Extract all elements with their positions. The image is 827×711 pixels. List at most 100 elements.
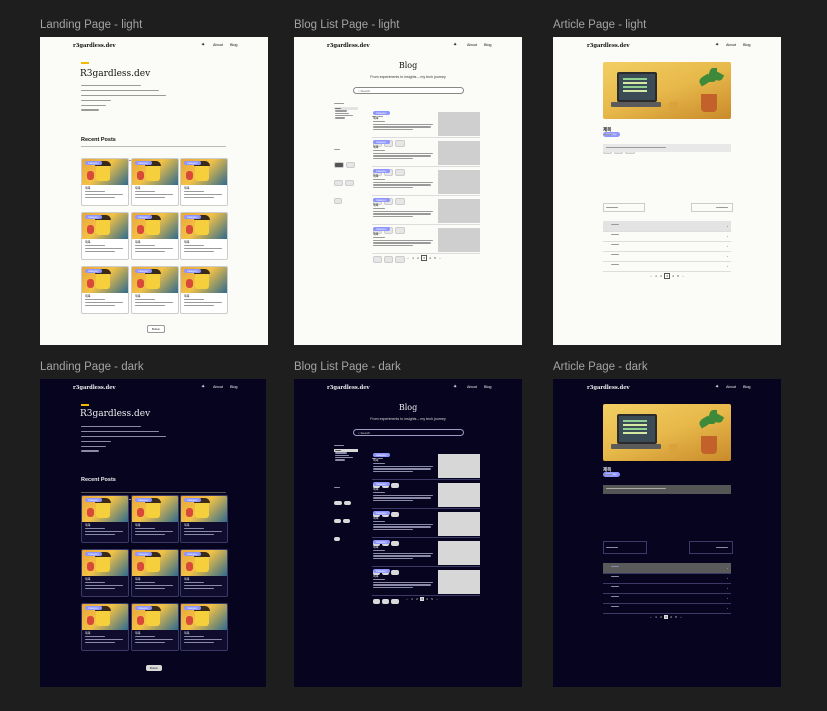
next-page-icon[interactable]: › <box>681 274 685 278</box>
page-number[interactable]: 4 <box>671 274 675 278</box>
post-list-item[interactable]: Category 제목 <box>372 140 480 176</box>
page-number[interactable]: 5 <box>676 274 680 278</box>
post-card[interactable]: Category 제목 <box>180 158 228 206</box>
category-item[interactable] <box>334 459 358 461</box>
post-category-tag[interactable]: Category <box>184 552 201 557</box>
search-input[interactable]: ⌕ Search <box>353 87 464 94</box>
post-list-item[interactable]: Category 제목 <box>372 198 480 234</box>
post-card[interactable]: Category 제목 <box>180 266 228 314</box>
tag-chip[interactable] <box>345 179 355 186</box>
post-card[interactable]: Category 제목 <box>81 549 129 597</box>
page-number[interactable]: 2 <box>416 256 420 260</box>
nav-blog-link[interactable]: Blog <box>230 385 238 389</box>
post-list-item[interactable]: Category 제목 <box>372 111 480 147</box>
post-category-tag[interactable]: Category <box>85 552 102 557</box>
pagination[interactable]: ‹ 1 2 3 4 5 › <box>649 273 686 279</box>
series-item[interactable]: › <box>603 261 731 272</box>
post-category-tag[interactable]: Category <box>184 215 201 220</box>
post-category-tag[interactable]: Category <box>184 269 201 274</box>
pagination[interactable]: ‹ 1 2 3 4 5 › <box>405 597 440 601</box>
page-number[interactable]: 4 <box>428 256 432 260</box>
post-list-item[interactable]: Category 제목 <box>372 453 480 488</box>
search-input[interactable]: ⌕ Search <box>353 429 464 436</box>
post-card[interactable]: Category 제목 <box>131 266 179 314</box>
post-category-tag[interactable]: Category <box>373 111 390 116</box>
post-category-tag[interactable]: Category <box>85 269 102 274</box>
post-category-tag[interactable]: Category <box>184 498 201 503</box>
post-card[interactable]: Category 제목 <box>81 266 129 314</box>
page-number[interactable]: 2 <box>415 597 419 601</box>
nav-blog-link[interactable]: Blog <box>484 43 492 47</box>
page-number[interactable]: 4 <box>425 597 429 601</box>
tag-chip[interactable] <box>384 256 394 263</box>
tag-chip[interactable] <box>391 599 399 604</box>
post-category-tag[interactable]: Category <box>373 511 390 516</box>
post-list-item[interactable]: Category 제목 <box>372 511 480 546</box>
post-category-tag[interactable]: Category <box>135 498 152 503</box>
theme-toggle-icon[interactable]: ✦ <box>201 42 205 48</box>
tag-chip[interactable] <box>373 599 381 604</box>
site-logo[interactable]: r3gardless.dev <box>73 43 116 49</box>
prev-page-icon[interactable]: ‹ <box>649 274 653 278</box>
page-number[interactable]: 3 <box>421 255 427 261</box>
category-item[interactable] <box>334 117 358 119</box>
post-category-tag[interactable]: Category <box>135 161 152 166</box>
post-category-tag[interactable]: Category <box>85 215 102 220</box>
site-logo[interactable]: r3gardless.dev <box>327 385 370 391</box>
tag-chip[interactable] <box>334 197 343 204</box>
tag-chip[interactable] <box>343 500 352 505</box>
post-card[interactable]: Category 제목 <box>131 158 179 206</box>
tag-chip[interactable] <box>334 161 344 168</box>
post-card[interactable]: Category 제목 <box>180 549 228 597</box>
post-card[interactable]: Category 제목 <box>131 603 179 651</box>
nav-about-link[interactable]: About <box>467 385 477 389</box>
post-category-tag[interactable]: Category <box>85 606 102 611</box>
post-list-item[interactable]: Category 제목 <box>372 227 480 263</box>
prev-post-link[interactable] <box>603 203 645 212</box>
post-category-tag[interactable]: Category <box>373 569 390 574</box>
post-card[interactable]: Category 제목 <box>131 495 179 543</box>
next-post-link[interactable] <box>691 203 733 212</box>
page-number[interactable]: 1 <box>654 615 658 619</box>
post-category-tag[interactable]: Category <box>135 215 152 220</box>
tag-chip[interactable] <box>334 500 342 505</box>
post-list-item[interactable]: Category 제목 <box>372 482 480 517</box>
next-page-icon[interactable]: › <box>438 256 442 260</box>
nav-about-link[interactable]: About <box>213 385 223 389</box>
tag-chip[interactable] <box>382 599 390 604</box>
page-number[interactable]: 3 <box>664 273 670 279</box>
post-category-tag[interactable]: Category <box>85 498 102 503</box>
page-number[interactable]: 5 <box>433 256 437 260</box>
post-category-tag[interactable]: Category <box>135 269 152 274</box>
nav-about-link[interactable]: About <box>467 43 477 47</box>
page-number[interactable]: 3 <box>664 615 668 619</box>
page-number[interactable]: 4 <box>669 615 673 619</box>
post-list-item[interactable]: Category 제목 <box>372 569 480 604</box>
post-list-item[interactable]: Category 제목 <box>372 169 480 205</box>
view-more-button[interactable]: Button <box>146 665 163 672</box>
post-card[interactable]: Category 제목 <box>131 212 179 260</box>
next-page-icon[interactable]: › <box>435 597 439 601</box>
post-category-tag[interactable]: Category <box>135 606 152 611</box>
tag-chip[interactable] <box>334 518 342 523</box>
pagination[interactable]: ‹ 1 2 3 4 5 › <box>406 255 443 261</box>
page-number[interactable]: 1 <box>411 256 415 260</box>
post-card[interactable]: Category 제목 <box>81 212 129 260</box>
pagination[interactable]: ‹ 1 2 3 4 5 › <box>649 615 684 619</box>
page-number[interactable]: 1 <box>654 274 658 278</box>
nav-blog-link[interactable]: Blog <box>484 385 492 389</box>
post-card[interactable]: Category 제목 <box>180 603 228 651</box>
site-logo[interactable]: r3gardless.dev <box>73 385 116 391</box>
post-category-tag[interactable]: Category <box>373 169 390 174</box>
theme-toggle-icon[interactable]: ✦ <box>453 384 457 390</box>
page-number[interactable]: 3 <box>420 597 424 601</box>
prev-page-icon[interactable]: ‹ <box>649 615 653 619</box>
nav-blog-link[interactable]: Blog <box>230 43 238 47</box>
post-category-tag[interactable]: Category <box>373 198 390 203</box>
next-post-link[interactable] <box>689 541 733 554</box>
prev-page-icon[interactable]: ‹ <box>406 256 410 260</box>
tag-chip[interactable] <box>345 161 356 168</box>
page-number[interactable]: 2 <box>659 615 663 619</box>
page-number[interactable]: 5 <box>430 597 434 601</box>
nav-blog-link[interactable]: Blog <box>743 43 751 47</box>
